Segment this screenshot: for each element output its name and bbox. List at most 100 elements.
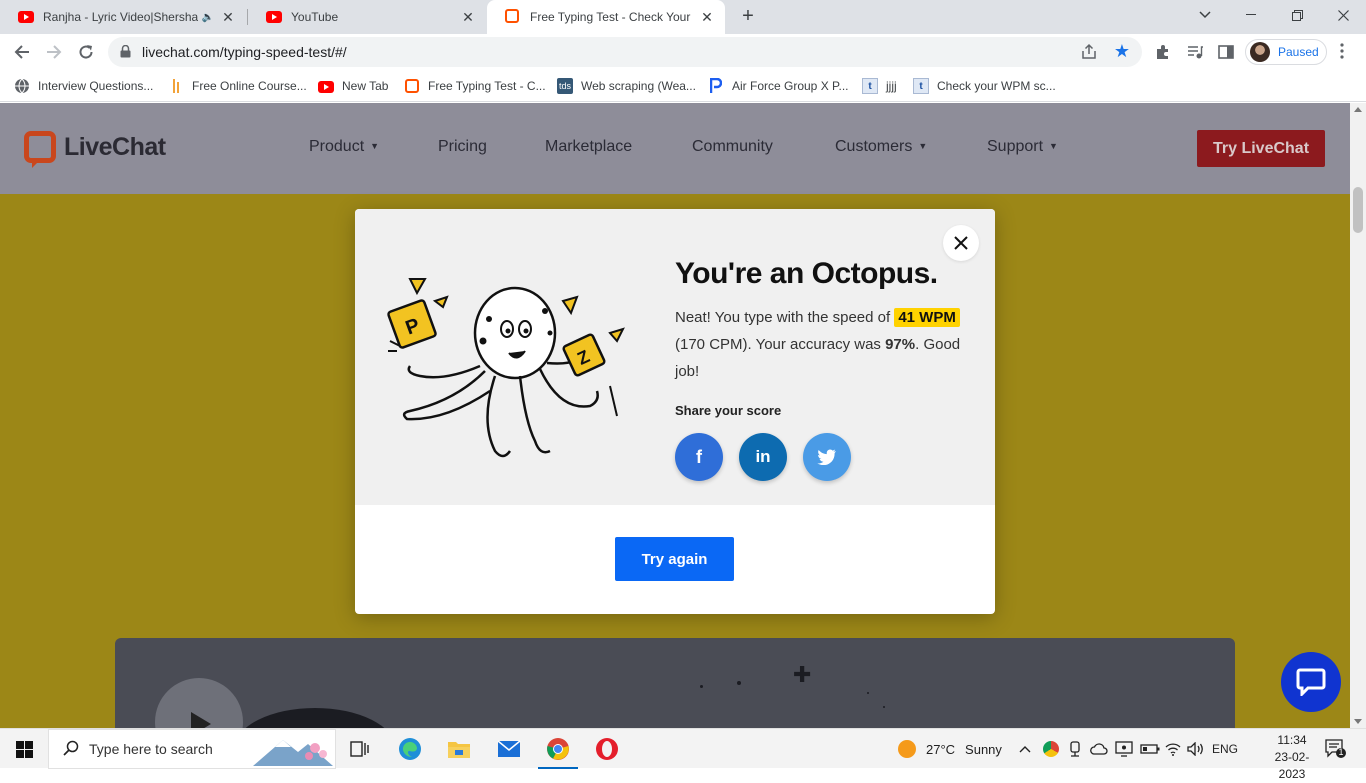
site-header: LiveChat Product ▼ Pricing Marketplace Co… (0, 103, 1350, 194)
share-icon[interactable] (1080, 43, 1098, 66)
side-panel-icon[interactable] (1217, 43, 1235, 61)
tray-display-icon[interactable] (1115, 729, 1133, 769)
close-icon[interactable]: ✕ (699, 9, 715, 26)
nav-marketplace[interactable]: Marketplace (545, 138, 632, 156)
address-bar[interactable]: livechat.com/typing-speed-test/#/ ★ (108, 37, 1142, 67)
share-linkedin-button[interactable]: in (739, 433, 787, 481)
close-icon[interactable]: ✕ (220, 9, 236, 26)
tray-app-icon[interactable] (1043, 729, 1059, 769)
tray-wifi-icon[interactable] (1165, 729, 1181, 769)
bookmark-label: Free Typing Test - C... (428, 79, 546, 93)
share-label: Share your score (675, 403, 782, 418)
taskbar-search[interactable]: Type here to search (48, 729, 336, 769)
back-button[interactable] (8, 38, 36, 66)
taskbar-mail[interactable] (485, 729, 533, 769)
nav-label: Product (309, 138, 365, 155)
tab-search-button[interactable] (1182, 0, 1228, 30)
bookmark-free-typing-test[interactable]: Free Typing Test - C... (404, 76, 546, 96)
decor-dot (883, 706, 885, 708)
clock-time: 11:34 (1277, 733, 1307, 747)
bookmark-interview-questions[interactable]: Interview Questions... (14, 76, 153, 96)
weather-widget[interactable]: 27°C Sunny (898, 729, 1002, 769)
extensions-icon[interactable] (1154, 43, 1172, 61)
sparkle-icon: ✚ (793, 662, 812, 687)
nav-product[interactable]: Product ▼ (309, 138, 379, 156)
forward-button[interactable] (40, 38, 68, 66)
chat-widget-button[interactable] (1281, 652, 1341, 712)
menu-icon[interactable] (1340, 43, 1346, 59)
accuracy-value: 97% (885, 336, 916, 353)
bookmark-label: Check your WPM sc... (937, 79, 1056, 93)
livechat-logo[interactable]: LiveChat (24, 131, 166, 168)
tab-typing-test[interactable]: Free Typing Test - Check Your Typing Spe… (487, 0, 725, 34)
new-tab-button[interactable]: + (737, 5, 759, 27)
tab-youtube[interactable]: YouTube ✕ (248, 0, 486, 34)
nav-community[interactable]: Community (692, 138, 773, 156)
tab-ranjha[interactable]: Ranjha - Lyric Video|Shershaah 🔈 ✕ (0, 0, 246, 34)
try-livechat-button[interactable]: Try LiveChat (1197, 130, 1325, 167)
nav-label: Marketplace (545, 138, 633, 155)
nav-support[interactable]: Support ▼ (987, 138, 1058, 156)
close-window-button[interactable] (1320, 0, 1366, 30)
taskbar-chrome[interactable] (534, 729, 582, 769)
bookmark-free-online-course[interactable]: Free Online Course... (168, 76, 307, 96)
modal-close-button[interactable] (943, 225, 979, 261)
start-button[interactable] (0, 729, 48, 769)
livechat-icon (404, 78, 420, 94)
bookmark-web-scraping[interactable]: tds Web scraping (Wea... (557, 76, 696, 96)
bookmark-jjjj[interactable]: t jjjj (862, 76, 897, 96)
share-facebook-button[interactable]: f (675, 433, 723, 481)
play-button[interactable] (155, 678, 243, 728)
folder-icon (448, 742, 470, 758)
tray-onedrive-icon[interactable] (1090, 729, 1108, 769)
bookmark-label: jjjj (886, 79, 897, 93)
result-modal: P Z You're an Octopus. Neat! You type wi… (355, 209, 995, 614)
notification-button[interactable]: 1 (1325, 739, 1347, 764)
tray-volume-icon[interactable] (1187, 729, 1205, 769)
nav-label: Community (692, 138, 773, 155)
taskbar-edge[interactable] (386, 729, 434, 769)
chrome-tray-icon (1043, 741, 1059, 757)
bookmark-label: New Tab (342, 79, 389, 93)
t-icon: t (913, 78, 929, 94)
taskbar-file-explorer[interactable] (435, 729, 483, 769)
speaker-icon[interactable]: 🔈 (202, 12, 214, 23)
url-text[interactable]: livechat.com/typing-speed-test/#/ (142, 44, 347, 60)
media-control-icon[interactable] (1186, 43, 1204, 61)
nav-pricing[interactable]: Pricing (438, 138, 487, 156)
scroll-up-arrow[interactable] (1354, 107, 1362, 112)
scrollbar-thumb[interactable] (1353, 187, 1363, 233)
share-twitter-button[interactable] (803, 433, 851, 481)
tray-meet-icon[interactable] (1068, 729, 1082, 769)
bookmark-new-tab[interactable]: New Tab (318, 76, 388, 96)
taskbar-opera[interactable] (583, 729, 631, 769)
profile-button[interactable]: Paused (1245, 39, 1327, 65)
close-icon (954, 236, 968, 250)
result-title: You're an Octopus. (675, 257, 938, 290)
bookmark-star-icon[interactable]: ★ (1114, 41, 1130, 62)
page-scrollbar[interactable] (1350, 103, 1366, 728)
tray-battery-icon[interactable] (1140, 729, 1160, 769)
task-view-button[interactable] (336, 729, 384, 769)
lock-icon[interactable] (120, 44, 131, 63)
language-indicator[interactable]: ENG (1212, 729, 1238, 769)
reload-button[interactable] (72, 38, 100, 66)
scroll-down-arrow[interactable] (1354, 719, 1362, 724)
speaker-icon (1187, 742, 1203, 756)
search-highlight-art (253, 740, 333, 766)
tds-icon: tds (557, 78, 573, 94)
taskbar-clock[interactable]: 11:34 23-02-2023 (1262, 732, 1322, 783)
nav-customers[interactable]: Customers ▼ (835, 138, 927, 156)
avatar (1250, 42, 1270, 62)
tray-overflow-chevron[interactable] (1019, 729, 1031, 769)
chevron-up-icon (1019, 746, 1031, 753)
try-again-button[interactable]: Try again (615, 537, 734, 581)
search-placeholder: Type here to search (89, 741, 213, 757)
clock-date: 23-02-2023 (1274, 750, 1310, 781)
close-icon[interactable]: ✕ (460, 9, 476, 26)
bookmark-check-wpm[interactable]: t Check your WPM sc... (913, 76, 1056, 96)
minimize-button[interactable] (1228, 0, 1274, 30)
weather-desc: Sunny (965, 741, 1002, 757)
bookmark-air-force[interactable]: Air Force Group X P... (708, 76, 849, 96)
restore-button[interactable] (1274, 0, 1320, 30)
